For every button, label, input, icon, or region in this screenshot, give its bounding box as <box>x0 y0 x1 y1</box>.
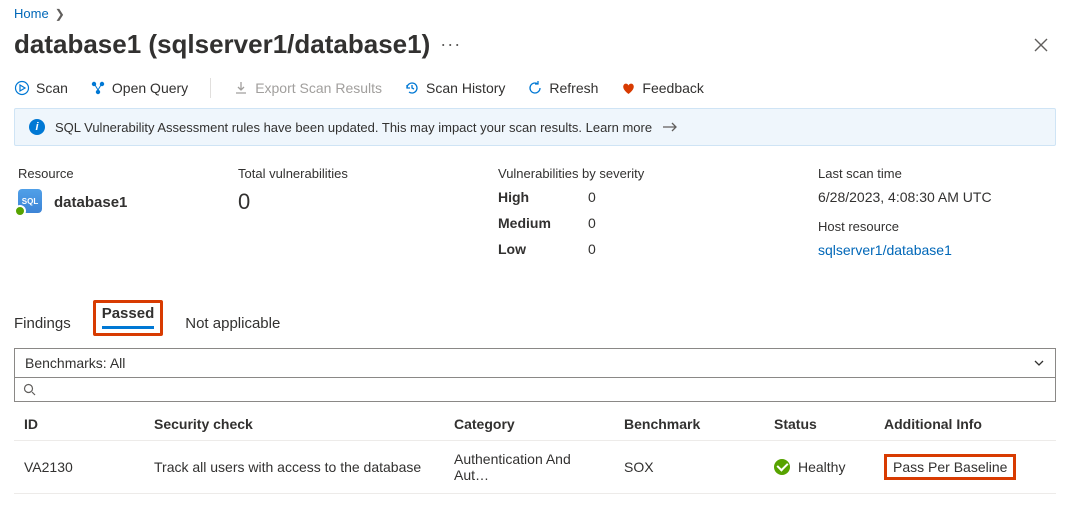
benchmark-filter[interactable]: Benchmarks: All <box>14 348 1056 378</box>
total-vuln-label: Total vulnerabilities <box>238 166 458 181</box>
refresh-label: Refresh <box>549 80 598 96</box>
last-scan-label: Last scan time <box>818 166 1052 181</box>
export-button: Export Scan Results <box>233 80 382 96</box>
resource-name: database1 <box>54 194 127 211</box>
info-text: Pass Per Baseline <box>893 459 1007 475</box>
high-label: High <box>498 189 588 205</box>
title-row: database1 (sqlserver1/database1) ··· <box>14 29 1056 60</box>
highlight-passed-tab: Passed <box>93 300 164 336</box>
healthy-icon <box>774 459 790 475</box>
host-resource-label: Host resource <box>818 219 1052 234</box>
cell-info: Pass Per Baseline <box>874 441 1056 494</box>
search-input[interactable] <box>14 378 1056 402</box>
col-id[interactable]: ID <box>14 408 144 441</box>
open-query-icon <box>90 80 106 96</box>
col-benchmark[interactable]: Benchmark <box>614 408 764 441</box>
history-icon <box>404 80 420 96</box>
findings-table: ID Security check Category Benchmark Sta… <box>14 408 1056 494</box>
scan-icon <box>14 80 30 96</box>
download-icon <box>233 80 249 96</box>
medium-label: Medium <box>498 215 588 231</box>
toolbar: Scan Open Query Export Scan Results Scan… <box>14 74 1056 108</box>
tab-passed[interactable]: Passed <box>102 305 155 329</box>
feedback-label: Feedback <box>642 80 703 96</box>
search-icon <box>23 383 36 396</box>
history-label: Scan History <box>426 80 505 96</box>
info-text: SQL Vulnerability Assessment rules have … <box>55 120 652 135</box>
check-badge-icon <box>14 205 26 217</box>
col-category[interactable]: Category <box>444 408 614 441</box>
scan-label: Scan <box>36 80 68 96</box>
cell-benchmark: SOX <box>614 441 764 494</box>
col-additional-info[interactable]: Additional Info <box>874 408 1056 441</box>
tab-not-applicable[interactable]: Not applicable <box>185 315 280 336</box>
export-label: Export Scan Results <box>255 80 382 96</box>
scan-history-button[interactable]: Scan History <box>404 80 505 96</box>
info-bar: i SQL Vulnerability Assessment rules hav… <box>14 108 1056 146</box>
breadcrumb-home[interactable]: Home <box>14 6 49 21</box>
arrow-right-icon[interactable] <box>662 121 678 133</box>
sql-database-icon: SQL <box>18 189 44 215</box>
cell-status: Healthy <box>764 441 874 494</box>
cell-id: VA2130 <box>14 441 144 494</box>
status-text: Healthy <box>798 459 845 475</box>
col-security-check[interactable]: Security check <box>144 408 444 441</box>
chevron-right-icon: ❯ <box>55 7 65 21</box>
resource-label: Resource <box>18 166 198 181</box>
feedback-button[interactable]: Feedback <box>620 80 703 96</box>
col-status[interactable]: Status <box>764 408 874 441</box>
last-scan-value: 6/28/2023, 4:08:30 AM UTC <box>818 189 1052 205</box>
toolbar-separator <box>210 78 211 98</box>
open-query-label: Open Query <box>112 80 188 96</box>
low-value: 0 <box>588 241 628 257</box>
benchmark-filter-label: Benchmarks: All <box>25 355 125 371</box>
total-vuln-value: 0 <box>238 189 458 215</box>
medium-value: 0 <box>588 215 628 231</box>
cell-category: Authentication And Aut… <box>444 441 614 494</box>
page-title: database1 (sqlserver1/database1) <box>14 29 430 60</box>
open-query-button[interactable]: Open Query <box>90 80 188 96</box>
tab-findings[interactable]: Findings <box>14 315 71 336</box>
refresh-icon <box>527 80 543 96</box>
info-icon: i <box>29 119 45 135</box>
scan-button[interactable]: Scan <box>14 80 68 96</box>
stats-row: Resource SQL database1 Total vulnerabili… <box>14 166 1056 272</box>
heart-icon <box>620 80 636 96</box>
breadcrumb: Home ❯ <box>14 6 1056 21</box>
tabs: Findings Passed Not applicable <box>14 300 1056 336</box>
severity-label: Vulnerabilities by severity <box>498 166 778 181</box>
more-button[interactable]: ··· <box>440 34 461 55</box>
low-label: Low <box>498 241 588 257</box>
high-value: 0 <box>588 189 628 205</box>
table-row[interactable]: VA2130 Track all users with access to th… <box>14 441 1056 494</box>
highlight-pass-baseline: Pass Per Baseline <box>884 454 1016 480</box>
close-button[interactable] <box>1026 34 1056 56</box>
chevron-down-icon <box>1033 357 1045 369</box>
host-resource-link[interactable]: sqlserver1/database1 <box>818 242 952 258</box>
cell-check: Track all users with access to the datab… <box>144 441 444 494</box>
refresh-button[interactable]: Refresh <box>527 80 598 96</box>
